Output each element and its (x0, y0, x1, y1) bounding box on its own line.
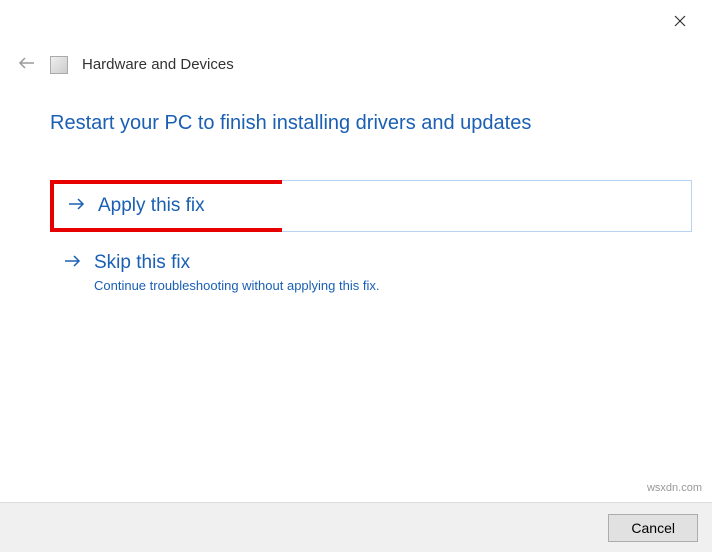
close-icon (674, 15, 686, 27)
header-title: Hardware and Devices (82, 56, 234, 73)
close-button[interactable] (666, 10, 694, 36)
skip-fix-label: Skip this fix (94, 252, 379, 275)
dialog-footer: Cancel (0, 502, 712, 552)
arrow-right-icon (64, 252, 82, 274)
arrow-right-icon (68, 195, 86, 217)
watermark-text: wsxdn.com (647, 482, 702, 494)
cancel-button[interactable]: Cancel (608, 514, 698, 542)
back-arrow-icon (18, 54, 36, 75)
apply-fix-label: Apply this fix (98, 195, 205, 218)
page-title: Restart your PC to finish installing dri… (50, 112, 531, 135)
skip-fix-option[interactable]: Skip this fix Continue troubleshooting w… (50, 252, 692, 293)
troubleshooter-header: Hardware and Devices (18, 54, 234, 75)
hardware-devices-icon (50, 56, 68, 74)
apply-fix-option[interactable]: Apply this fix (50, 180, 282, 232)
skip-fix-subtitle: Continue troubleshooting without applyin… (94, 278, 379, 293)
